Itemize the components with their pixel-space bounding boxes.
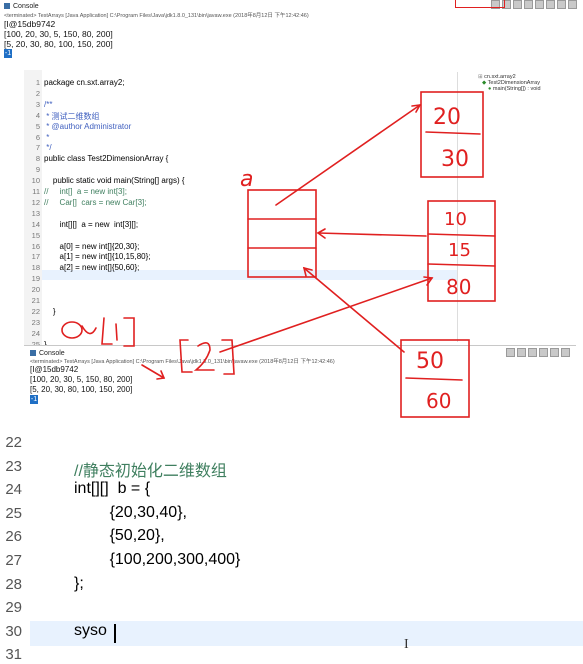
line-number: 29 [5,599,22,617]
box2-value-1: 15 [448,240,471,261]
code-line[interactable]: }; [74,575,84,593]
line-number: 30 [5,622,22,640]
text-cursor [114,624,116,643]
code-line[interactable]: //静态初始化二维数组 [74,457,227,481]
line-number: 27 [5,552,22,569]
array-a-label: a [240,167,253,192]
box2-value-2: 80 [446,275,471,299]
ink-annotation-layer: 20 30 10 15 80 50 60 a [61,91,496,418]
box1-value-1: 30 [441,147,469,172]
box3-value-0: 50 [416,349,444,374]
line-number: 24 [5,481,22,499]
current-line-highlight [30,621,583,646]
code-line[interactable]: int[][] b = { [74,480,150,498]
line-number: 28 [5,575,22,593]
code-line[interactable]: {100,200,300,400} [74,551,241,569]
ibeam-cursor-icon: I [404,637,409,652]
line-number: 26 [5,528,22,546]
box1-value-0: 20 [433,105,461,130]
code-line[interactable]: {20,30,40}, [74,504,187,522]
array-a-box [247,189,317,278]
line-number: 31 [5,646,22,664]
box3-value-1: 60 [426,389,451,413]
line-number: 23 [5,457,22,475]
line-number: 22 [5,434,22,451]
box2-value-0: 10 [444,209,467,230]
line-number: 25 [5,504,22,522]
code-line[interactable]: {50,20}, [74,527,165,545]
code-line[interactable]: syso [74,622,107,640]
